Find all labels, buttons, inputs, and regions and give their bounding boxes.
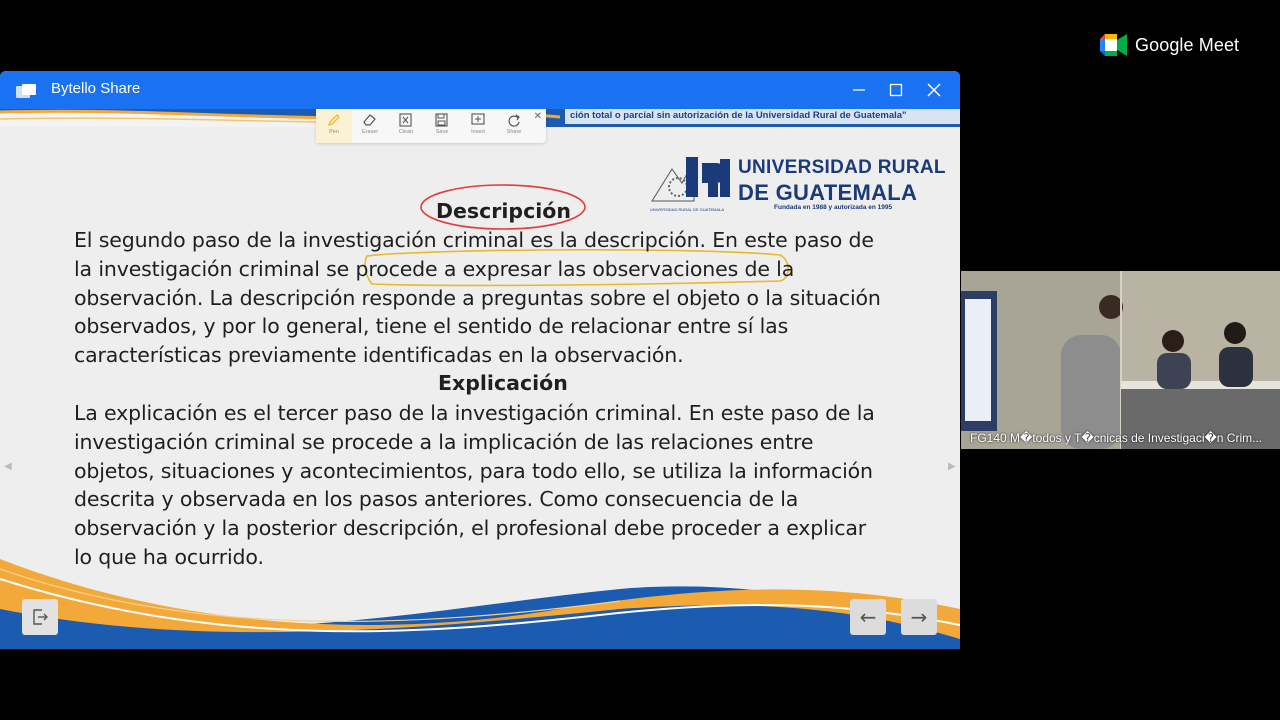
left-edge-arrow-icon[interactable]: ◀ [4,461,12,472]
paragraph-descripcion: El segundo paso de la investigación crim… [74,226,944,370]
google-meet-brand: Google Meet [1100,34,1239,56]
exit-icon [33,609,48,625]
classroom-video-feed [961,271,1280,449]
paragraph-line: El segundo paso de la investigación crim… [74,228,874,252]
close-button[interactable] [921,77,947,103]
arrow-left-icon: ← [859,605,877,629]
paragraph-line: descrita y observada en los pasos anteri… [74,487,799,512]
paragraph-line: investigación criminal se procede a la i… [74,429,814,454]
exit-presentation-button[interactable] [22,599,58,635]
close-icon [927,83,941,97]
minimize-icon [853,89,865,91]
previous-slide-button[interactable]: ← [850,599,886,635]
presentation-slide: ción total o parcial sin autorización de… [0,109,960,649]
heading-explicacion: Explicación [438,371,568,395]
window-titlebar[interactable]: Bytello Share [0,71,960,109]
bytello-share-window: Bytello Share ción total o parcial sin a… [0,71,960,649]
next-slide-button[interactable]: → [901,599,937,635]
bytello-app-icon [16,83,36,98]
slide-bottom-waves [0,559,960,649]
participant-video-tile[interactable]: FG140 M�todos y T�cnicas de Investigaci�… [961,271,1280,449]
paragraph-line: observación. La descripción responde a p… [74,285,881,310]
heading-descripcion: Descripción [436,199,571,223]
paragraph-line: La explicación es el tercer paso de la i… [74,401,875,425]
arrow-right-icon: → [910,605,928,629]
google-meet-label: Google Meet [1135,34,1240,55]
paragraph-line: la investigación criminal se procede a e… [74,256,795,281]
participant-caption: FG140 M�todos y T�cnicas de Investigaci�… [970,431,1263,445]
paragraph-line: características previamente identificada… [74,343,684,368]
paragraph-line: observados, y por lo general, tiene el s… [74,314,789,339]
right-edge-arrow-icon[interactable]: ▶ [948,461,956,472]
google-meet-logo-icon [1100,34,1127,56]
maximize-button[interactable] [883,77,909,103]
maximize-icon [889,83,903,97]
paragraph-line: objetos, situaciones y acontecimientos, … [74,458,873,483]
minimize-button[interactable] [846,77,872,103]
window-title: Bytello Share [51,80,141,97]
